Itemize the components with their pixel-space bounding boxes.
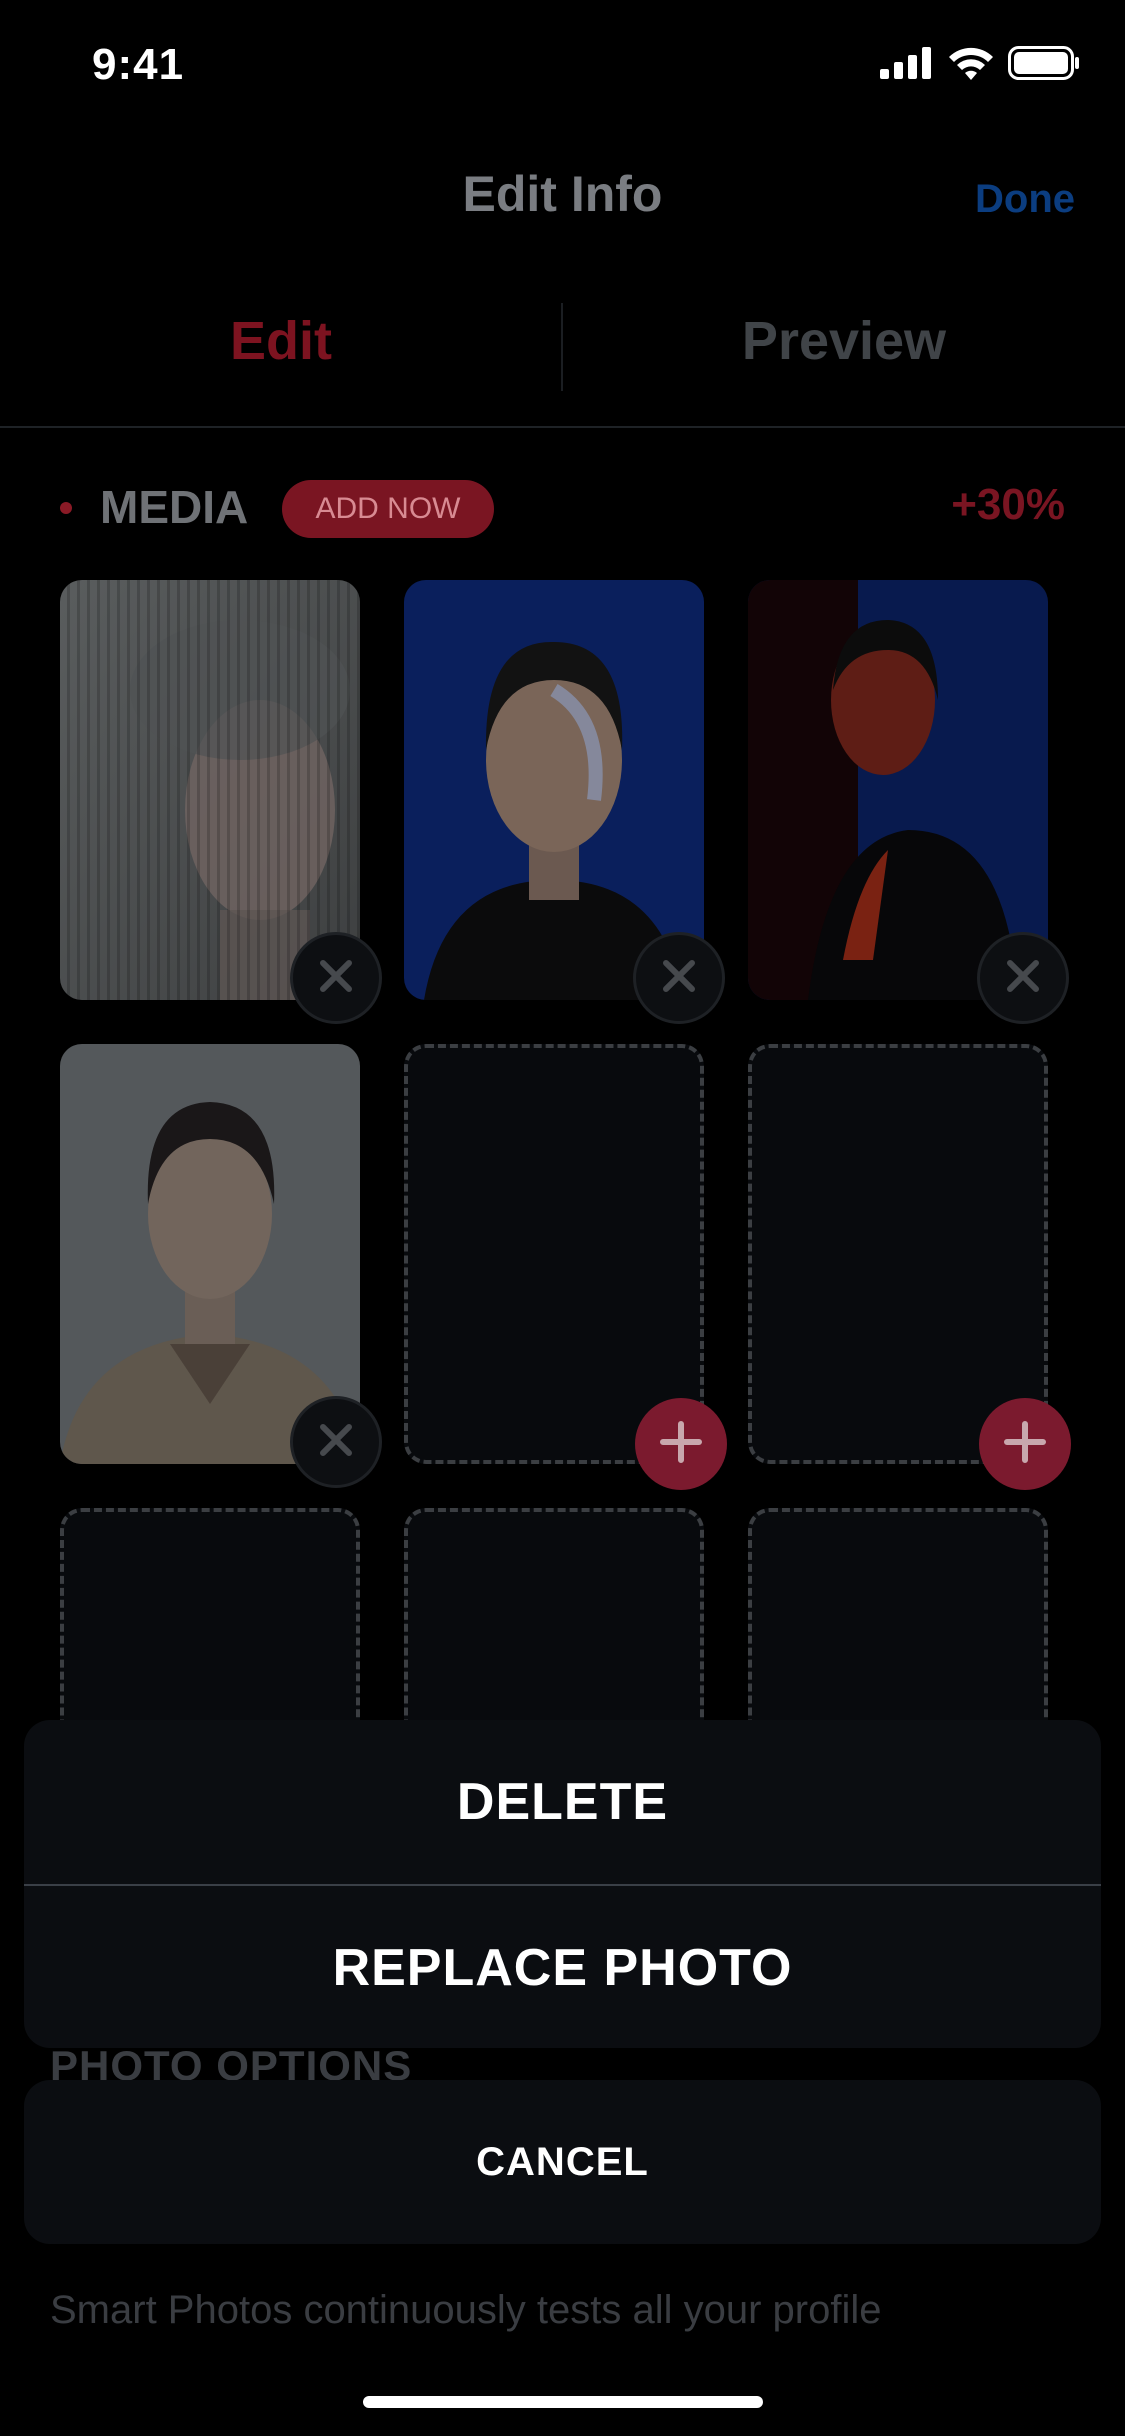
boost-percent: +30% (951, 480, 1065, 529)
add-now-badge[interactable]: ADD NOW (282, 480, 494, 538)
page-title: Edit Info (462, 166, 663, 222)
tab-edit[interactable]: Edit (0, 310, 562, 372)
photo-options-description: Smart Photos continuously tests all your… (50, 2288, 882, 2332)
wifi-icon (948, 46, 994, 85)
replace-photo-button[interactable]: REPLACE PHOTO (24, 1886, 1101, 2048)
plus-icon (1001, 1418, 1049, 1471)
delete-button[interactable]: DELETE (24, 1720, 1101, 1884)
close-icon (1004, 957, 1042, 1000)
empty-photo-slot-6[interactable] (748, 1044, 1048, 1464)
remove-photo-3-button[interactable] (977, 932, 1069, 1024)
status-time: 9:41 (92, 40, 185, 89)
remove-photo-2-button[interactable] (633, 932, 725, 1024)
add-photo-5-button[interactable] (635, 1398, 727, 1490)
cancel-button[interactable]: CANCEL (24, 2080, 1101, 2244)
tab-preview[interactable]: Preview (563, 310, 1125, 372)
status-icons (880, 46, 1080, 85)
remove-photo-1-button[interactable] (290, 932, 382, 1024)
home-indicator[interactable] (363, 2396, 763, 2408)
battery-icon (1008, 46, 1080, 85)
add-photo-6-button[interactable] (979, 1398, 1071, 1490)
plus-icon (657, 1418, 705, 1471)
close-icon (317, 1421, 355, 1464)
done-button[interactable]: Done (975, 177, 1075, 222)
signal-icon (880, 47, 934, 84)
remove-photo-4-button[interactable] (290, 1396, 382, 1488)
media-status-dot (60, 502, 72, 514)
media-section-label: MEDIA (100, 481, 249, 533)
tabs-divider-line (0, 426, 1125, 428)
action-sheet: DELETE REPLACE PHOTO (24, 1720, 1101, 2048)
close-icon (660, 957, 698, 1000)
empty-photo-slot-5[interactable] (404, 1044, 704, 1464)
close-icon (317, 957, 355, 1000)
